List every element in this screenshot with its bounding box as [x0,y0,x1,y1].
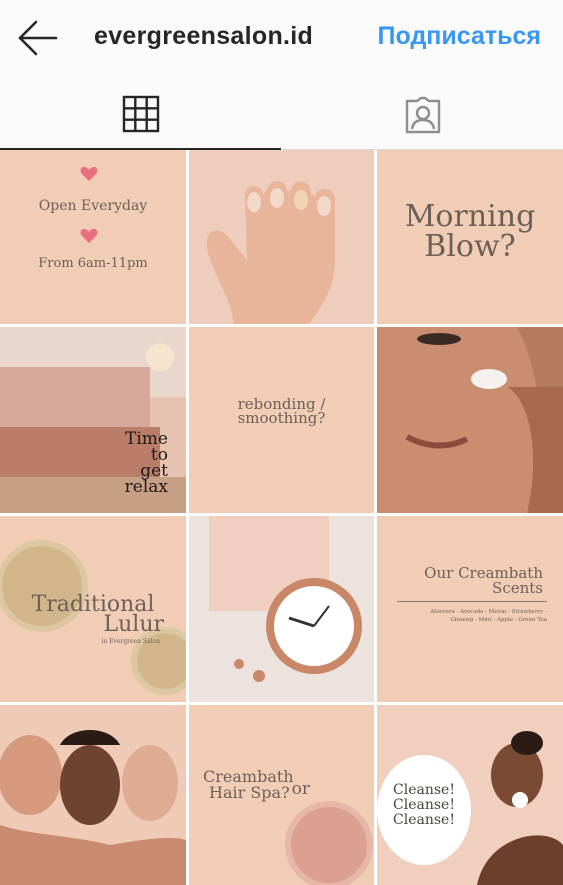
post-text: From 6am-11pm [38,256,148,271]
follow-button[interactable]: Подписаться [378,22,541,51]
post-traditional-lulur[interactable]: Traditional Lulur in Evergreen Salon [0,516,186,702]
arrow-left-icon [18,20,58,56]
grid-icon [122,95,159,133]
post-face-cream-image[interactable] [377,327,563,513]
post-text: Cleanse! [393,797,455,813]
post-text: Blow? [424,229,516,264]
post-text: Morning [404,199,536,234]
top-bar: evergreensalon.id Подписаться [0,0,563,80]
post-text: in Evergreen Salon [101,638,160,645]
post-text: Cleanse! [393,782,455,798]
post-text: Cleanse! [393,812,455,828]
back-button[interactable] [14,18,60,58]
post-bedroom-relax[interactable]: Time to get relax [0,327,186,513]
post-cleanse[interactable]: Cleanse! Cleanse! Cleanse! [377,705,563,885]
tab-tagged[interactable] [282,80,563,150]
face-image [377,327,563,513]
post-clock-image[interactable] [189,516,374,702]
profile-tabs [0,80,563,150]
post-rebonding[interactable]: rebonding / smoothing? [189,327,374,513]
post-text: Lulur [103,612,165,637]
post-grid: Open Everyday From 6am-11pm Morning Blow… [0,150,563,885]
profile-username: evergreensalon.id [94,22,314,50]
post-nails-image[interactable] [189,150,374,324]
tagged-user-icon [405,96,440,133]
post-women-image[interactable] [0,705,186,885]
women-image [0,730,186,885]
clock-image [209,516,362,682]
heart-icon [80,166,98,181]
post-text: Aloevera - Avocado - Melon - Strawberry … [430,609,547,615]
post-text: relax [124,477,168,497]
post-text: smoothing? [237,409,326,427]
post-open-everyday[interactable]: Open Everyday From 6am-11pm [0,150,186,324]
post-creambath-hair-spa[interactable]: Creambath Hair Spa? or [189,705,374,885]
hand-image [206,181,335,324]
post-text: Open Everyday [38,198,148,214]
post-morning-blow[interactable]: Morning Blow? [377,150,563,324]
heart-icon [80,228,98,243]
tab-grid[interactable] [0,80,281,150]
post-text: Scents [492,579,543,597]
divider [397,601,547,602]
post-text: Ginseng - Mint - Apple - Green Tea [450,617,547,623]
post-text: Hair Spa? [209,783,290,802]
post-text: or [291,779,311,799]
post-creambath-scents[interactable]: Our Creambath Scents Aloevera - Avocado … [377,516,563,702]
